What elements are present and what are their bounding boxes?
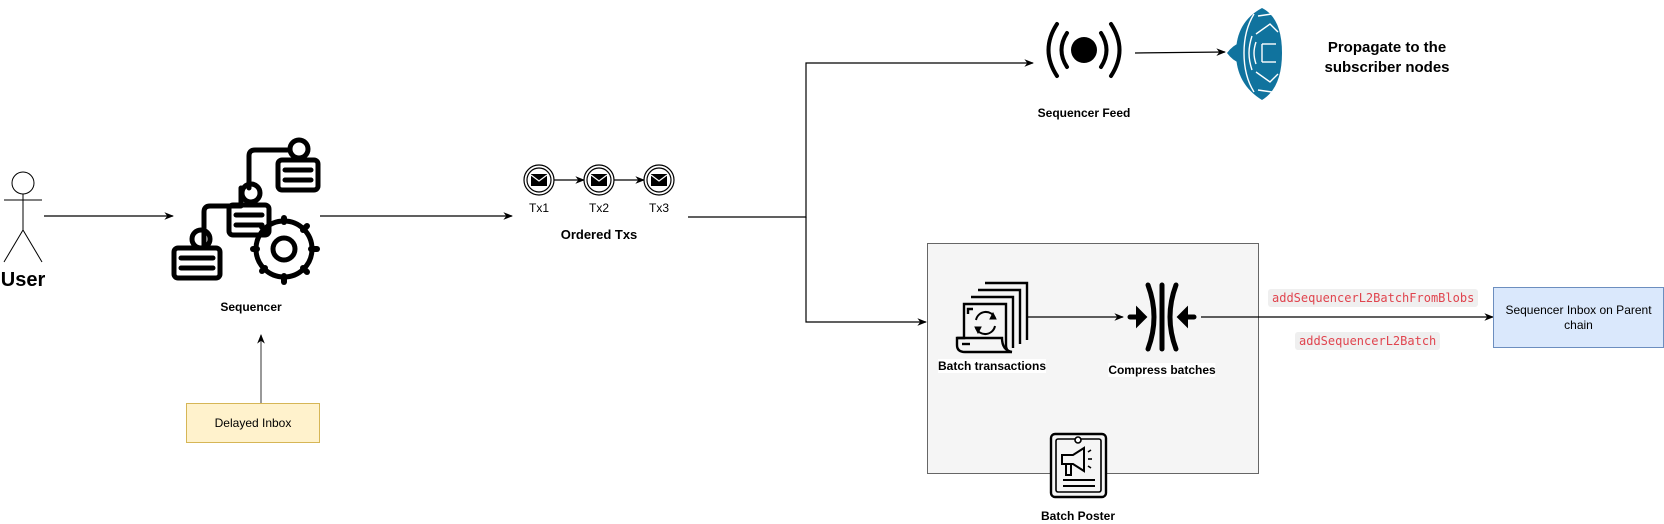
broadcast-feed-icon[interactable]	[1046, 22, 1122, 78]
tx-icons	[523, 164, 675, 196]
edge-txs-to-feed[interactable]	[688, 59, 1034, 218]
subscriber-label-line-2: subscriber nodes	[1324, 59, 1450, 76]
sequencer-feed-label: Sequencer Feed	[1037, 106, 1131, 120]
edge-label-l2-batch: addSequencerL2Batch	[1295, 332, 1441, 350]
tx1-label: Tx1	[528, 201, 550, 215]
architecture-diagram	[3, 8, 1494, 499]
tx3-envelope-icon[interactable]	[643, 164, 675, 196]
batch-transactions-label: Batch transactions	[937, 359, 1047, 373]
user-label: User	[0, 269, 46, 291]
sequencer-label: Sequencer	[220, 300, 282, 314]
subscriber-nodes-label: Propagate to the subscriber nodes	[1324, 38, 1449, 78]
tx2-envelope-icon[interactable]	[583, 164, 615, 196]
sequencer-inbox-node[interactable]: Sequencer Inbox on Parent chain	[1493, 287, 1664, 348]
tx2-label: Tx2	[588, 201, 610, 215]
subscriber-label-line-1: Propagate to the	[1327, 39, 1447, 56]
edge-label-from-blobs: addSequencerL2BatchFromBlobs	[1268, 289, 1479, 307]
user-actor-icon[interactable]	[3, 171, 43, 263]
tx1-envelope-icon[interactable]	[523, 164, 555, 196]
satellite-dish-icon[interactable]	[1227, 8, 1282, 100]
ordered-txs-label: Ordered Txs	[560, 227, 638, 242]
sequencer-icon[interactable]	[171, 137, 321, 285]
edge-txs-to-batch[interactable]	[805, 217, 927, 326]
edge-feed-to-subscribers[interactable]	[1134, 48, 1226, 56]
delayed-inbox-label: Delayed Inbox	[214, 415, 292, 430]
sequencer-inbox-label: Sequencer Inbox on Parent chain	[1505, 302, 1652, 332]
compress-batches-label: Compress batches	[1108, 363, 1216, 377]
batch-poster-megaphone-icon[interactable]	[1049, 432, 1108, 499]
batch-poster-label: Batch Poster	[1040, 509, 1116, 523]
tx3-label: Tx3	[648, 201, 670, 215]
delayed-inbox-node[interactable]: Delayed Inbox	[186, 403, 320, 443]
